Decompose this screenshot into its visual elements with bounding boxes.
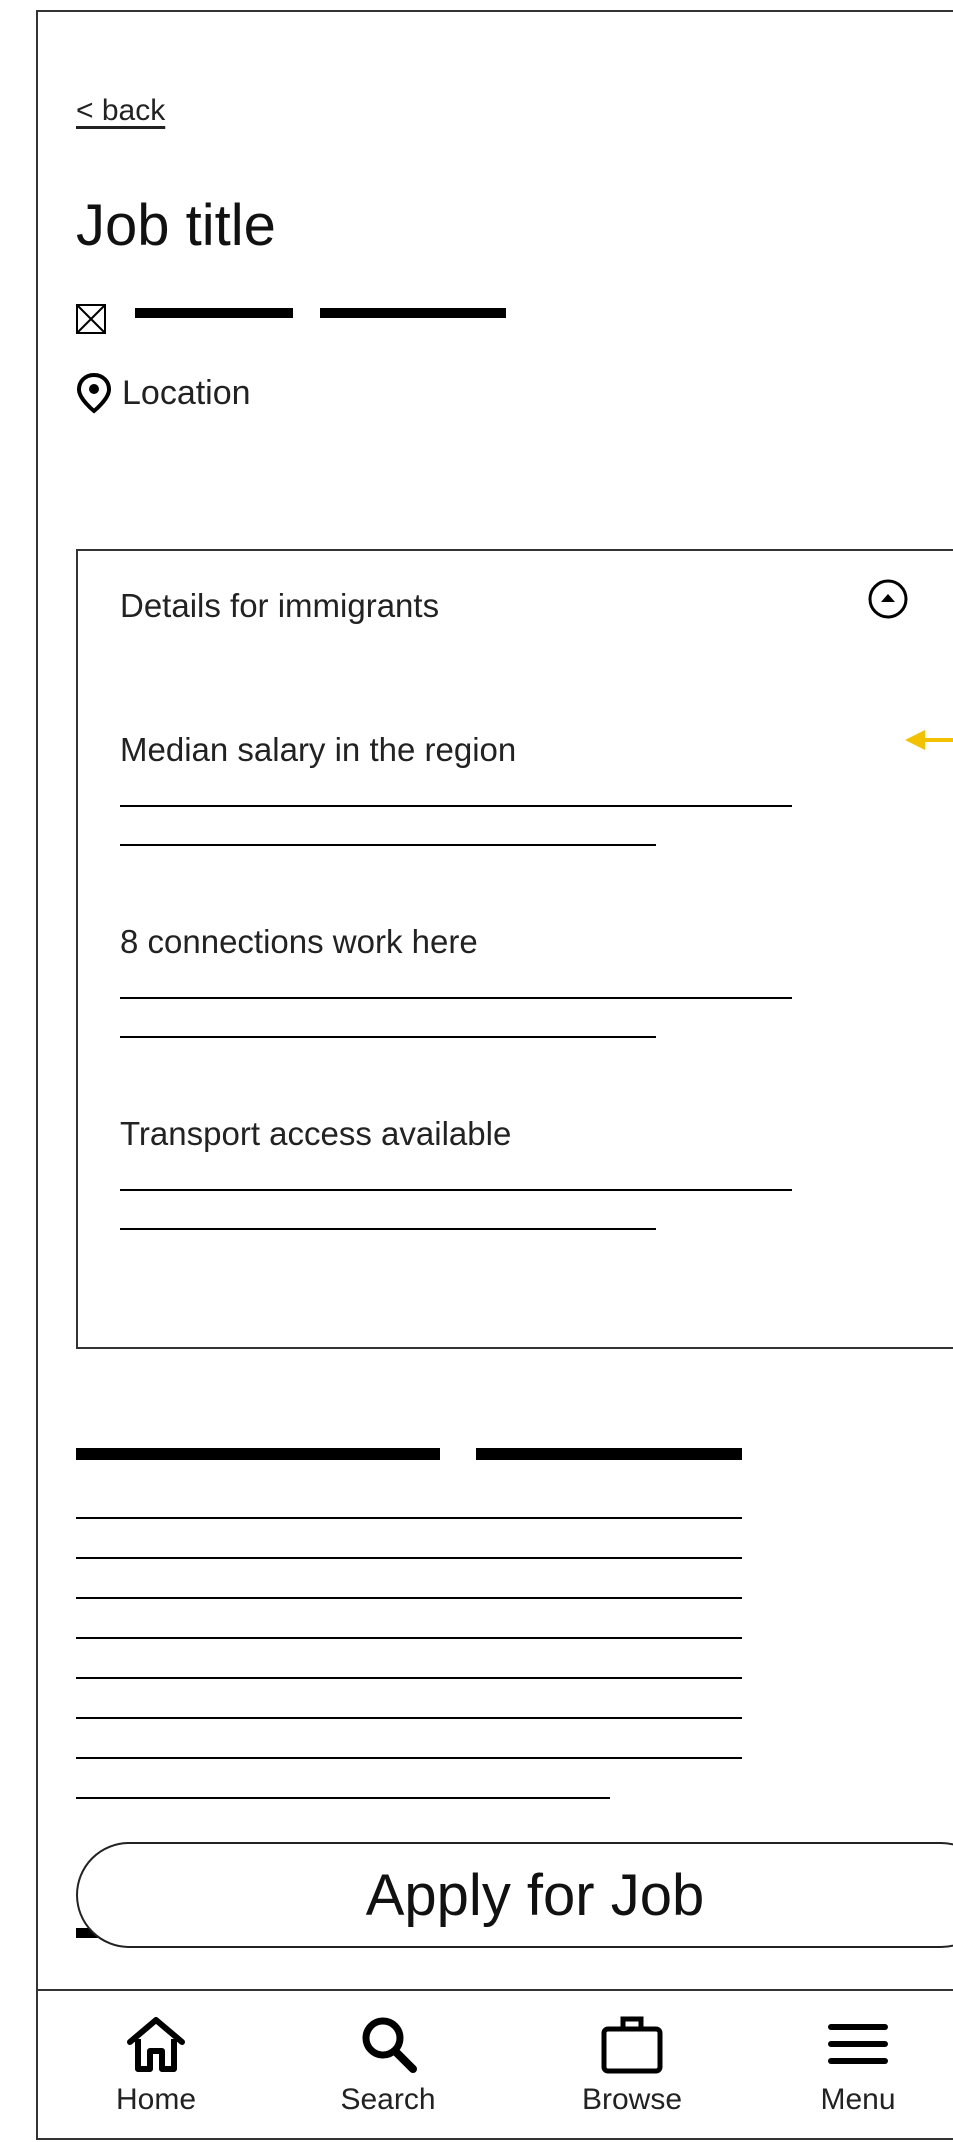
home-icon bbox=[127, 2017, 185, 2072]
details-card-title: Details for immigrants bbox=[120, 587, 440, 624]
description-text-line bbox=[76, 1557, 742, 1559]
nav-browse[interactable]: Browse bbox=[562, 2011, 702, 2117]
nav-search-label: Search bbox=[340, 2083, 436, 2116]
annotation-arrow-icon bbox=[905, 730, 953, 750]
connections-text-line bbox=[120, 1036, 656, 1038]
search-icon bbox=[362, 2017, 417, 2073]
description-subheading-placeholder bbox=[476, 1448, 742, 1460]
image-placeholder-icon bbox=[76, 304, 106, 334]
description-text-line bbox=[76, 1717, 742, 1719]
salary-text-line bbox=[120, 805, 792, 807]
job-title: Job title bbox=[76, 193, 276, 258]
description-text-line bbox=[76, 1757, 742, 1759]
location-label: Location bbox=[122, 373, 251, 412]
salary-section-label: Median salary in the region bbox=[120, 731, 517, 768]
bottom-nav: Home Search Browse Menu bbox=[38, 1989, 953, 2138]
location-pin-icon bbox=[76, 372, 112, 414]
apply-button[interactable]: Apply for Job bbox=[76, 1842, 953, 1948]
transport-section-label: Transport access available bbox=[120, 1115, 512, 1152]
description-text-line bbox=[76, 1517, 742, 1519]
nav-menu[interactable]: Menu bbox=[788, 2011, 928, 2117]
back-link[interactable]: < back bbox=[76, 94, 165, 128]
nav-home[interactable]: Home bbox=[86, 2011, 226, 2117]
connections-text-line bbox=[120, 997, 792, 999]
immigrant-details-card: Details for immigrants Median salary in … bbox=[76, 549, 953, 1349]
nav-menu-label: Menu bbox=[820, 2083, 896, 2116]
nav-browse-label: Browse bbox=[581, 2083, 683, 2116]
transport-text-line bbox=[120, 1189, 792, 1191]
description-text-line bbox=[76, 1677, 742, 1679]
description-text-line bbox=[76, 1637, 742, 1639]
salary-text-line bbox=[120, 844, 656, 846]
hamburger-icon bbox=[828, 2024, 888, 2064]
transport-text-line bbox=[120, 1228, 656, 1230]
nav-home-label: Home bbox=[115, 2083, 197, 2116]
company-name-placeholder bbox=[135, 308, 293, 318]
collapse-up-icon[interactable] bbox=[866, 577, 910, 621]
company-meta-placeholder bbox=[320, 308, 506, 318]
description-text-line bbox=[76, 1797, 610, 1799]
connections-section-label: 8 connections work here bbox=[120, 923, 478, 960]
briefcase-icon bbox=[601, 2016, 663, 2074]
phone-frame: < back Job title Location Details for im… bbox=[36, 10, 953, 2140]
location-row: Location bbox=[76, 372, 251, 414]
nav-search[interactable]: Search bbox=[318, 2011, 458, 2117]
description-text-line bbox=[76, 1597, 742, 1599]
description-heading-placeholder bbox=[76, 1448, 440, 1460]
